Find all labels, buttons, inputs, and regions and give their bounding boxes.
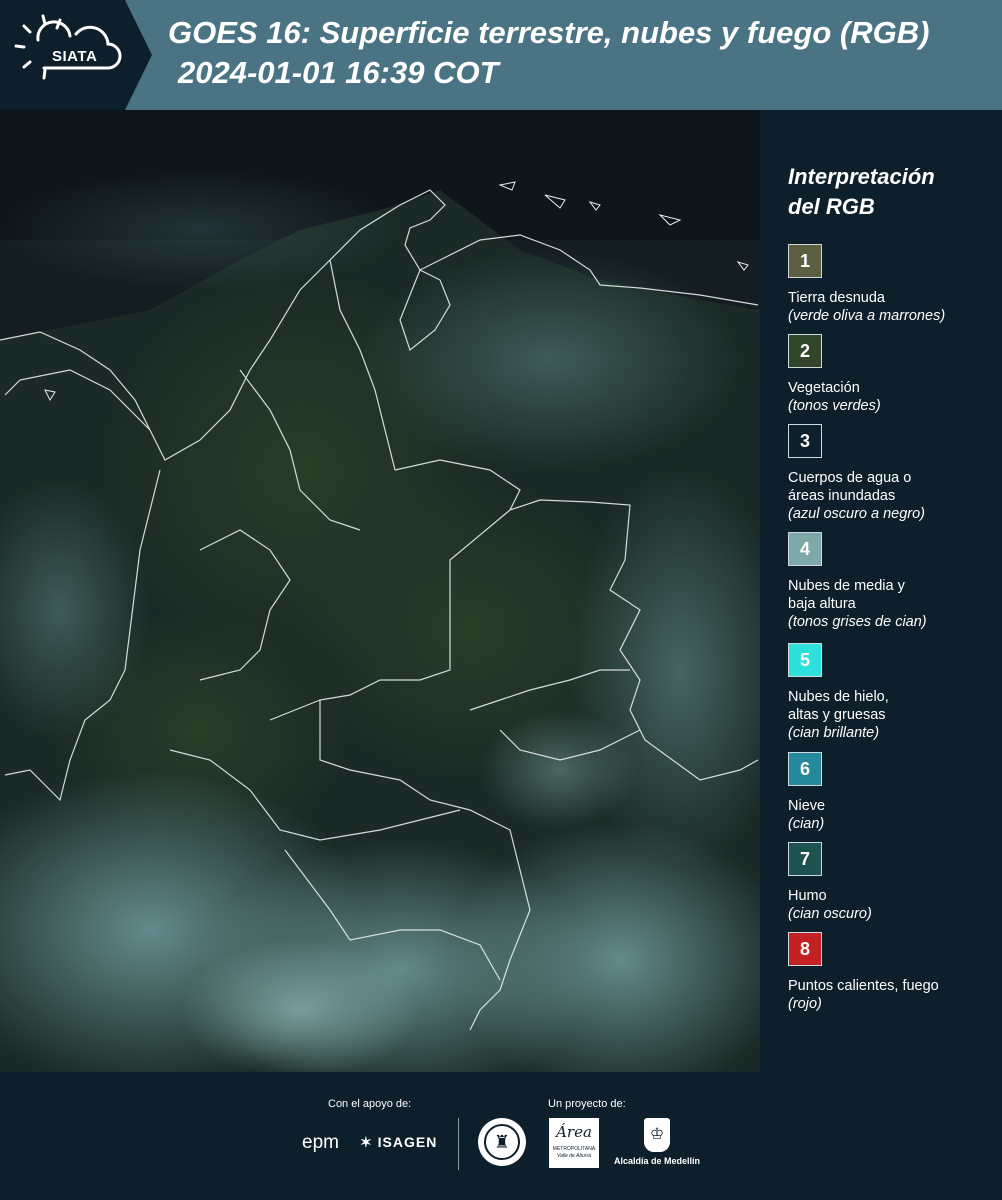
legend-item-5: 5 Nubes de hielo, altas y gruesas (cian … xyxy=(788,643,998,742)
legend-item-3: 3 Cuerpos de agua o áreas inundadas (azu… xyxy=(788,424,998,523)
footer: Con el apoyo de: Un proyecto de: epm ✶ I… xyxy=(0,1072,1002,1200)
area-logo-text: Área xyxy=(556,1123,592,1141)
logo-text: SIATA xyxy=(52,48,98,65)
legend-item-8: 8 Puntos calientes, fuego (rojo) xyxy=(788,932,998,1013)
legend-item-7: 7 Humo (cian oscuro) xyxy=(788,842,998,923)
alcaldia-logo: ♔ Alcaldía de Medellín xyxy=(612,1118,702,1166)
legend-item-1: 1 Tierra desnuda (verde oliva a marrones… xyxy=(788,244,998,325)
legend-swatch: 4 xyxy=(788,532,822,566)
isagen-text: ISAGEN xyxy=(377,1134,438,1150)
legend-title-line1: Interpretación xyxy=(788,164,935,189)
legend-swatch: 5 xyxy=(788,643,822,677)
legend-note: (azul oscuro a negro) xyxy=(788,506,926,522)
satellite-map[interactable] xyxy=(0,110,760,1072)
legend-swatch: 7 xyxy=(788,842,822,876)
legend-title-line2: del RGB xyxy=(788,194,875,219)
area-logo-sub2: Valle de Aburrá xyxy=(556,1153,592,1159)
footer-divider xyxy=(458,1118,459,1170)
legend-label-line: Nubes de hielo, xyxy=(788,689,889,705)
legend-note: (cian) xyxy=(788,816,825,832)
antioquia-seal: ♜ xyxy=(478,1118,526,1166)
legend-label-line: baja altura xyxy=(788,596,856,612)
legend-label-line: Nubes de media y xyxy=(788,578,905,594)
legend-label: Vegetación xyxy=(788,380,860,396)
siata-logo: SIATA xyxy=(0,0,152,110)
legend-swatch: 3 xyxy=(788,424,822,458)
legend-label-line: Cuerpos de agua o xyxy=(788,470,912,486)
legend-swatch: 8 xyxy=(788,932,822,966)
legend-label: Cuerpos de agua o áreas inundadas xyxy=(788,469,998,505)
project-label: Un proyecto de: xyxy=(548,1098,626,1110)
legend-panel: Interpretación del RGB 1 Tierra desnuda … xyxy=(760,110,1002,1072)
area-logo-sub: METROPOLITANA xyxy=(552,1146,596,1152)
seal-icon: ♜ xyxy=(484,1124,520,1160)
legend-swatch: 2 xyxy=(788,334,822,368)
legend-label: Nieve xyxy=(788,798,826,814)
legend-item-2: 2 Vegetación (tonos verdes) xyxy=(788,334,998,415)
legend-label: Nubes de hielo, altas y gruesas xyxy=(788,688,998,724)
epm-logo: epm xyxy=(302,1132,339,1153)
legend-note: (tonos grises de cian) xyxy=(788,614,927,630)
legend-label: Tierra desnuda xyxy=(788,290,885,306)
legend-note: (cian oscuro) xyxy=(788,906,872,922)
satellite-image xyxy=(0,110,760,1072)
legend-note: (verde oliva a marrones) xyxy=(788,308,946,324)
header-bar: SIATA GOES 16: Superficie terrestre, nub… xyxy=(0,0,1002,110)
legend-swatch: 6 xyxy=(788,752,822,786)
legend-item-6: 6 Nieve (cian) xyxy=(788,752,998,833)
area-metropolitana-logo: Área METROPOLITANA Valle de Aburrá xyxy=(549,1118,599,1168)
legend-title: Interpretación del RGB xyxy=(788,162,988,222)
isagen-logo: ✶ ISAGEN xyxy=(360,1134,437,1151)
legend-note: (cian brillante) xyxy=(788,725,880,741)
legend-note: (rojo) xyxy=(788,996,822,1012)
legend-label: Nubes de media y baja altura xyxy=(788,577,998,613)
legend-note: (tonos verdes) xyxy=(788,398,881,414)
page-title: GOES 16: Superficie terrestre, nubes y f… xyxy=(168,15,930,50)
legend-label: Puntos calientes, fuego xyxy=(788,978,939,994)
alcaldia-text: Alcaldía de Medellín xyxy=(613,1156,701,1166)
support-label: Con el apoyo de: xyxy=(328,1098,412,1110)
legend-label-line: altas y gruesas xyxy=(788,707,886,723)
legend-item-4: 4 Nubes de media y baja altura (tonos gr… xyxy=(788,532,998,631)
legend-label-line: áreas inundadas xyxy=(788,488,896,504)
timestamp: 2024-01-01 16:39 COT xyxy=(178,55,499,90)
coat-of-arms-icon: ♔ xyxy=(644,1118,670,1152)
isagen-icon: ✶ xyxy=(360,1134,373,1150)
legend-swatch: 1 xyxy=(788,244,822,278)
legend-label: Humo xyxy=(788,888,827,904)
